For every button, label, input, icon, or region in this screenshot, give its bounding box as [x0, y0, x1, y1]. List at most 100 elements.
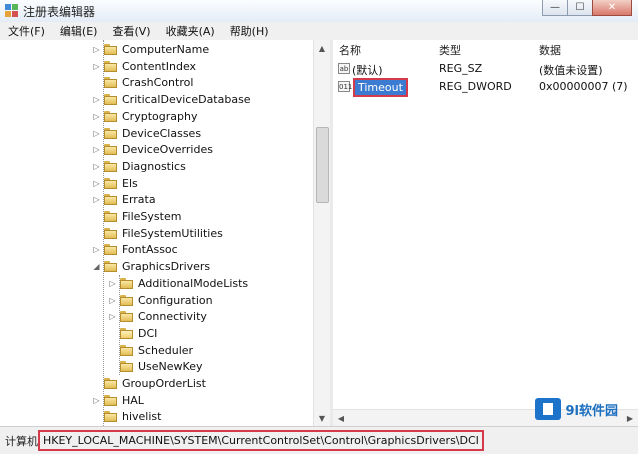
- expand-arrow-icon[interactable]: ▷: [92, 62, 101, 71]
- value-name: (默认): [352, 64, 383, 77]
- folder-icon: [104, 110, 118, 122]
- expand-arrow-icon[interactable]: ▷: [92, 129, 101, 138]
- tree-node[interactable]: ◢ GraphicsDrivers: [92, 258, 210, 275]
- minimize-button[interactable]: —: [542, 0, 568, 16]
- binary-value-icon: 011: [338, 81, 353, 92]
- expand-arrow-icon[interactable]: ▷: [108, 279, 117, 288]
- registry-tree: ▷ ComputerName ▷ ContentIndex CrashControl ▷ C…: [0, 40, 330, 426]
- expand-arrow-icon[interactable]: ▷: [92, 195, 101, 204]
- tree-node[interactable]: DCI: [108, 325, 157, 342]
- folder-icon: [104, 394, 118, 406]
- tree-node[interactable]: ▷ Cryptography: [92, 108, 197, 125]
- folder-icon: [104, 261, 118, 273]
- tree-vertical-scrollbar[interactable]: ▲ ▼: [313, 40, 330, 426]
- tree-node-label: DeviceClasses: [122, 126, 202, 140]
- tree-node[interactable]: CrashControl: [92, 74, 193, 91]
- folder-icon: [104, 94, 118, 106]
- tree-node-label: Connectivity: [138, 310, 207, 324]
- value-type: REG_DWORD: [439, 80, 512, 93]
- folder-icon: [104, 127, 118, 139]
- expand-arrow-icon[interactable]: ▷: [92, 95, 101, 104]
- tree-node[interactable]: ▷ Errata: [92, 191, 155, 208]
- tree-node-label: AdditionalModeLists: [138, 276, 249, 290]
- collapse-arrow-icon[interactable]: ◢: [92, 262, 101, 271]
- tree-node-label: Cryptography: [122, 109, 198, 123]
- tree-node[interactable]: GroupOrderList: [92, 375, 206, 392]
- scroll-thumb[interactable]: [316, 127, 329, 203]
- tree-node-label: DeviceOverrides: [122, 143, 213, 157]
- expand-arrow-icon[interactable]: ▷: [108, 312, 117, 321]
- folder-icon: [104, 77, 118, 89]
- menu-view[interactable]: 查看(V): [104, 23, 157, 39]
- watermark: 9l软件园: [535, 398, 618, 420]
- tree-node-label: Diagnostics: [122, 159, 186, 173]
- folder-icon: [104, 211, 118, 222]
- tree-child-guide-line: [119, 274, 120, 375]
- tree-node[interactable]: Scheduler: [108, 342, 193, 359]
- values-list: 名称 类型 数据 ab (默认) REG_SZ (数值未设置) 011 Timeout RE…: [333, 40, 638, 426]
- column-header-name[interactable]: 名称: [339, 40, 361, 60]
- regedit-icon: [5, 4, 18, 17]
- tree-node[interactable]: ▷ HAL: [92, 392, 144, 409]
- expand-arrow-icon[interactable]: ▷: [92, 112, 101, 121]
- folder-icon: [120, 277, 134, 289]
- scroll-up-icon[interactable]: ▲: [314, 40, 330, 56]
- tree-node-label: ComputerName: [122, 43, 210, 56]
- column-header-type[interactable]: 类型: [439, 40, 461, 60]
- tree-node-label: Els: [122, 176, 138, 190]
- expand-arrow-icon[interactable]: ▷: [108, 296, 117, 305]
- tree-node[interactable]: ▷ ContentIndex: [92, 58, 196, 75]
- tree-node-label: FileSystem: [122, 210, 182, 223]
- column-header-data[interactable]: 数据: [539, 40, 561, 60]
- value-data: (数值未设置): [539, 64, 603, 77]
- value-row[interactable]: ab (默认) REG_SZ (数值未设置): [333, 60, 638, 78]
- expand-arrow-icon[interactable]: ▷: [92, 396, 101, 405]
- tree-node[interactable]: ▷ CriticalDeviceDatabase: [92, 91, 250, 108]
- scroll-down-icon[interactable]: ▼: [314, 410, 330, 426]
- menu-edit[interactable]: 编辑(E): [52, 23, 105, 39]
- folder-icon: [104, 44, 118, 55]
- tree-node-label: Configuration: [138, 293, 213, 307]
- tree-node[interactable]: ▷ FontAssoc: [92, 241, 178, 258]
- menu-favorites[interactable]: 收藏夹(A): [158, 23, 222, 39]
- tree-node[interactable]: ▷ AdditionalModeLists: [108, 275, 248, 292]
- expand-arrow-icon[interactable]: ▷: [92, 45, 101, 54]
- folder-icon: [104, 160, 118, 172]
- folder-icon: [104, 194, 118, 206]
- expand-arrow-icon[interactable]: ▷: [92, 245, 101, 254]
- maximize-button[interactable]: ☐: [567, 0, 593, 16]
- tree-node[interactable]: ▷ Connectivity: [108, 308, 207, 325]
- scroll-right-icon[interactable]: ▶: [622, 410, 638, 427]
- tree-node-label: HAL: [122, 393, 144, 407]
- string-value-icon: ab: [338, 63, 350, 74]
- folder-icon: [104, 411, 118, 423]
- tree-node[interactable]: UseNewKey: [108, 358, 203, 375]
- tree-node-label: hivelist: [122, 410, 162, 424]
- folder-icon: [104, 60, 118, 72]
- tree-node-label: GraphicsDrivers: [122, 260, 211, 274]
- close-button[interactable]: ✕: [592, 0, 632, 16]
- tree-node[interactable]: hivelist: [92, 408, 161, 425]
- tree-node[interactable]: ▷ ComputerName: [92, 41, 209, 58]
- tree-node[interactable]: FileSystemUtilities: [92, 225, 223, 242]
- tree-node[interactable]: ▷ DeviceOverrides: [92, 141, 213, 158]
- menu-help[interactable]: 帮助(H): [222, 23, 276, 39]
- value-row[interactable]: 011 Timeout REG_DWORD 0x00000007 (7): [333, 78, 638, 97]
- tree-node-label: FontAssoc: [122, 243, 178, 257]
- folder-icon: [104, 177, 118, 189]
- tree-node[interactable]: ▷ DeviceClasses: [92, 125, 201, 142]
- folder-icon: [120, 361, 134, 373]
- folder-icon: [120, 344, 134, 356]
- menu-file[interactable]: 文件(F): [0, 23, 52, 39]
- status-key-path: HKEY_LOCAL_MACHINE\SYSTEM\CurrentControl…: [38, 430, 484, 451]
- tree-node[interactable]: ▷ Configuration: [108, 292, 213, 309]
- tree-node[interactable]: ▷ Els: [92, 175, 138, 192]
- folder-icon: [104, 244, 118, 256]
- expand-arrow-icon[interactable]: ▷: [92, 145, 101, 154]
- tree-node[interactable]: FileSystem: [92, 208, 181, 225]
- expand-arrow-icon[interactable]: ▷: [92, 179, 101, 188]
- tree-node[interactable]: ▷ Diagnostics: [92, 158, 186, 175]
- expand-arrow-icon[interactable]: ▷: [92, 162, 101, 171]
- status-bar: 计算机 HKEY_LOCAL_MACHINE\SYSTEM\CurrentCon…: [0, 426, 638, 454]
- scroll-left-icon[interactable]: ◀: [333, 410, 349, 427]
